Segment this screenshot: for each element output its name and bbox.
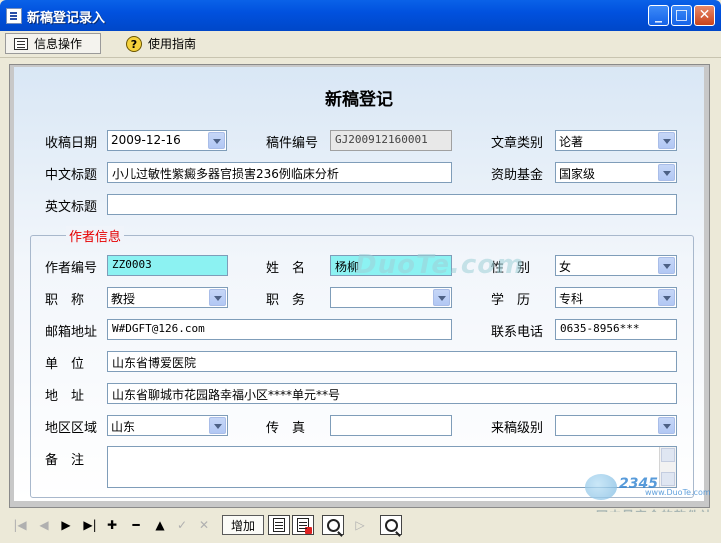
phone-field[interactable]: 0635-8956***	[555, 319, 677, 340]
menu-bar: 信息操作 ? 使用指南	[0, 31, 721, 58]
unit-label: 单 位	[45, 357, 85, 372]
watermark-logo: 2345 www.DuoTe.com	[585, 474, 715, 502]
manuscript-no-field: GJ200912160001	[330, 130, 452, 151]
form-panel: 新稿登记 收稿日期 2009-12-16 稿件编号 GJ200912160001…	[14, 67, 704, 501]
chevron-down-icon[interactable]	[658, 417, 675, 434]
print-icon	[273, 518, 285, 532]
menu-item-label: 使用指南	[148, 37, 197, 51]
address-label: 地 址	[45, 389, 85, 404]
manuscript-no-label: 稿件编号	[266, 136, 319, 151]
export-icon	[297, 518, 312, 534]
watermark-logo-url: www.DuoTe.com	[645, 488, 711, 497]
name-label: 姓 名	[266, 261, 306, 276]
received-date-value: 2009-12-16	[111, 133, 181, 147]
menu-item-label: 信息操作	[34, 37, 83, 51]
delete-record-button[interactable]: ━	[128, 515, 144, 535]
article-type-label: 文章类别	[491, 136, 544, 151]
professional-title-label: 职 称	[45, 293, 85, 308]
region-value: 山东	[111, 420, 136, 434]
chevron-down-icon[interactable]	[209, 417, 226, 434]
email-field[interactable]: W#DGFT@126.com	[107, 319, 452, 340]
article-type-value: 论著	[559, 135, 584, 149]
add-button[interactable]: 增加	[222, 515, 264, 535]
professional-title-value: 教授	[111, 292, 136, 306]
close-icon: ✕	[698, 7, 711, 23]
search-icon	[384, 518, 398, 532]
chevron-down-icon[interactable]	[658, 164, 675, 181]
edit-record-button[interactable]: ▲	[152, 515, 168, 535]
maximize-button[interactable]: □	[671, 5, 692, 26]
scroll-up-button[interactable]	[661, 448, 675, 462]
position-label: 职 务	[266, 293, 306, 308]
first-record-button[interactable]: |◀	[12, 515, 28, 535]
submission-level-select[interactable]	[555, 415, 677, 436]
region-label: 地区区域	[45, 421, 98, 436]
education-value: 专科	[559, 292, 584, 306]
phone-label: 联系电话	[491, 325, 544, 340]
funding-select[interactable]: 国家级	[555, 162, 677, 183]
author-no-label: 作者编号	[45, 261, 98, 276]
minimize-icon: _	[655, 7, 662, 23]
title-bar: 新稿登记录入 _ □ ✕	[0, 0, 721, 31]
fax-field[interactable]	[330, 415, 452, 436]
region-select[interactable]: 山东	[107, 415, 228, 436]
chevron-down-icon[interactable]	[658, 132, 675, 149]
remarks-label: 备 注	[45, 453, 85, 468]
minimize-button[interactable]: _	[648, 5, 669, 26]
chevron-down-icon[interactable]	[433, 289, 450, 306]
close-button[interactable]: ✕	[694, 5, 715, 26]
form-title: 新稿登记	[325, 90, 393, 110]
app-icon	[6, 8, 22, 24]
gender-value: 女	[559, 260, 572, 274]
record-toolbar: |◀ ◀ ▶ ▶| ✚ ━ ▲ ✓ ✕ 增加 ▷	[0, 512, 721, 543]
author-section-title: 作者信息	[66, 226, 125, 245]
email-label: 邮箱地址	[45, 325, 98, 340]
position-select[interactable]	[330, 287, 452, 308]
chevron-down-icon[interactable]	[658, 289, 675, 306]
menu-item-info-operation[interactable]: 信息操作	[5, 33, 101, 54]
chevron-down-icon[interactable]	[209, 289, 226, 306]
gender-select[interactable]: 女	[555, 255, 677, 276]
search-button[interactable]	[380, 515, 402, 535]
previous-record-button[interactable]: ◀	[36, 515, 52, 535]
chevron-down-icon[interactable]	[208, 132, 225, 149]
list-icon	[14, 37, 28, 50]
education-select[interactable]: 专科	[555, 287, 677, 308]
maximize-icon: □	[674, 7, 689, 23]
preview-icon	[326, 518, 340, 532]
professional-title-select[interactable]: 教授	[107, 287, 228, 308]
play-button[interactable]: ▷	[352, 515, 368, 535]
add-record-icon-button[interactable]: ✚	[104, 515, 120, 535]
chinese-title-field[interactable]: 小儿过敏性紫癜多器官损害236例临床分析	[107, 162, 452, 183]
submission-level-label: 来稿级别	[491, 421, 544, 436]
article-type-select[interactable]: 论著	[555, 130, 677, 151]
chinese-title-label: 中文标题	[45, 168, 98, 183]
last-record-button[interactable]: ▶|	[80, 515, 100, 535]
address-field[interactable]: 山东省聊城市花园路幸福小区****单元**号	[107, 383, 677, 404]
english-title-label: 英文标题	[45, 200, 98, 215]
received-date-picker[interactable]: 2009-12-16	[107, 130, 227, 151]
mascot-logo-icon	[585, 474, 617, 500]
received-date-label: 收稿日期	[45, 136, 98, 151]
export-button[interactable]	[292, 515, 314, 535]
confirm-record-button[interactable]: ✓	[174, 515, 190, 535]
english-title-field[interactable]	[107, 194, 677, 215]
chevron-down-icon[interactable]	[658, 257, 675, 274]
next-record-button[interactable]: ▶	[58, 515, 74, 535]
cancel-record-button[interactable]: ✕	[196, 515, 212, 535]
print-button[interactable]	[268, 515, 290, 535]
education-label: 学 历	[491, 293, 531, 308]
funding-value: 国家级	[559, 167, 596, 181]
help-icon: ?	[126, 35, 142, 52]
author-no-field[interactable]: ZZ0003	[107, 255, 228, 276]
preview-button[interactable]	[322, 515, 344, 535]
watermark-site-mark: DuoTe.com	[355, 250, 525, 280]
unit-field[interactable]: 山东省博爱医院	[107, 351, 677, 372]
fax-label: 传 真	[266, 421, 306, 436]
funding-label: 资助基金	[491, 168, 544, 183]
menu-item-user-guide[interactable]: ? 使用指南	[118, 33, 218, 54]
window-title: 新稿登记录入	[27, 11, 106, 26]
